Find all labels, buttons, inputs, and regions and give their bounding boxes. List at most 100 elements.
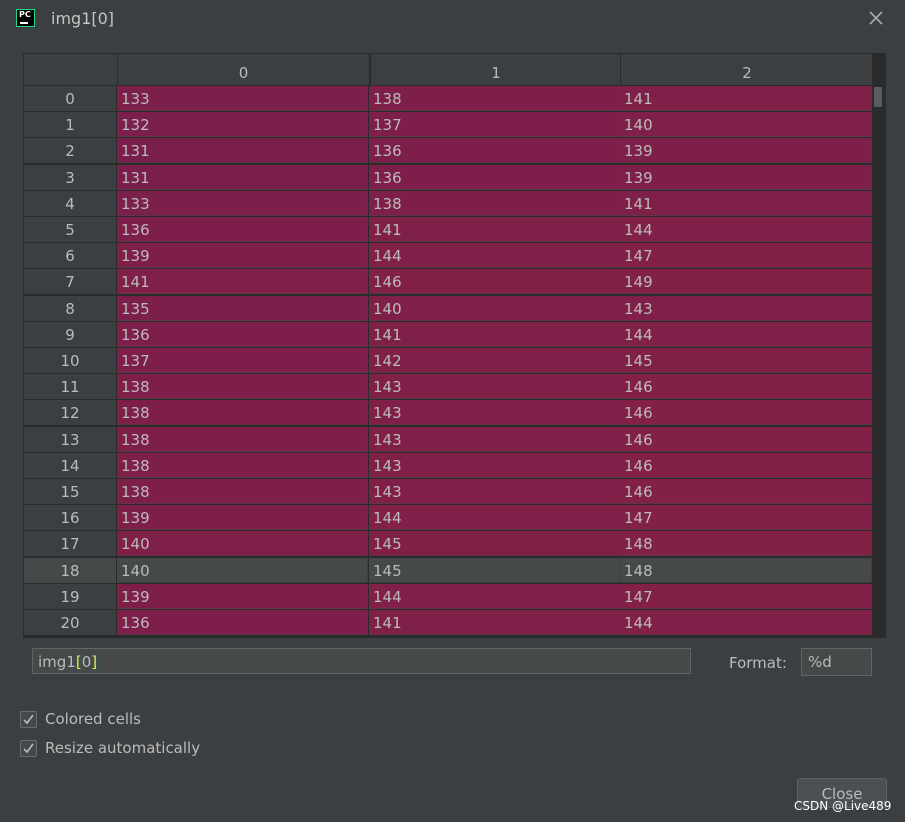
table-row[interactable]: 16 139 144 147: [24, 505, 872, 531]
table-cell[interactable]: 149: [620, 269, 872, 295]
table-cell[interactable]: 147: [620, 243, 872, 269]
table-cell[interactable]: 144: [369, 583, 620, 609]
row-header[interactable]: 20: [24, 610, 116, 635]
table-cell[interactable]: 146: [369, 269, 620, 295]
table-cell[interactable]: 144: [620, 321, 872, 347]
table-row[interactable]: 15 138 143 146: [24, 479, 872, 504]
table-cell[interactable]: 138: [369, 190, 620, 216]
vertical-scrollbar[interactable]: [872, 85, 885, 637]
row-header[interactable]: 0: [24, 86, 116, 111]
row-header[interactable]: 11: [24, 374, 116, 400]
row-header[interactable]: 7: [24, 269, 116, 295]
table-cell[interactable]: 133: [117, 190, 368, 216]
table-cell[interactable]: 146: [620, 452, 872, 478]
row-header[interactable]: 13: [24, 426, 116, 452]
row-header[interactable]: 10: [24, 348, 116, 373]
array-table[interactable]: 0 1 2 0 133 138 141 1 132 137 140 2 131 136 139 3 131…: [23, 53, 886, 638]
format-input[interactable]: %d: [801, 648, 872, 676]
expression-input[interactable]: img1[0]: [32, 648, 691, 674]
table-cell[interactable]: 140: [117, 557, 368, 583]
table-cell[interactable]: 145: [620, 348, 872, 373]
table-cell[interactable]: 140: [369, 295, 620, 321]
row-header[interactable]: 2: [24, 138, 116, 164]
row-header[interactable]: 14: [24, 452, 116, 478]
table-cell[interactable]: 143: [369, 452, 620, 478]
table-cell[interactable]: 144: [369, 243, 620, 269]
table-cell[interactable]: 148: [620, 557, 872, 583]
table-cell[interactable]: 135: [117, 295, 368, 321]
row-header[interactable]: 4: [24, 190, 116, 216]
table-row[interactable]: 3 131 136 139: [24, 164, 872, 190]
table-row[interactable]: 5 136 141 144: [24, 217, 872, 242]
table-cell[interactable]: 144: [369, 505, 620, 531]
table-cell[interactable]: 141: [369, 610, 620, 635]
table-cell[interactable]: 133: [117, 86, 368, 111]
table-cell[interactable]: 131: [117, 164, 368, 190]
checkbox-checked-icon[interactable]: [20, 711, 37, 728]
table-cell[interactable]: 143: [620, 295, 872, 321]
table-cell[interactable]: 145: [369, 557, 620, 583]
table-cell[interactable]: 136: [117, 610, 368, 635]
table-cell[interactable]: 138: [117, 479, 368, 504]
table-cell[interactable]: 143: [369, 374, 620, 400]
column-header[interactable]: 1: [369, 54, 621, 85]
table-cell[interactable]: 139: [620, 164, 872, 190]
table-row[interactable]: 20 136 141 144: [24, 610, 872, 635]
table-row[interactable]: 13 138 143 146: [24, 426, 872, 452]
table-cell[interactable]: 141: [117, 269, 368, 295]
row-header[interactable]: 8: [24, 295, 116, 321]
table-cell[interactable]: 139: [620, 138, 872, 164]
table-cell[interactable]: 141: [620, 86, 872, 111]
table-row[interactable]: 8 135 140 143: [24, 295, 872, 321]
table-row[interactable]: 17 140 145 148: [24, 531, 872, 557]
table-row[interactable]: 10 137 142 145: [24, 348, 872, 373]
table-cell[interactable]: 141: [369, 321, 620, 347]
table-row[interactable]: 14 138 143 146: [24, 452, 872, 478]
table-row[interactable]: 18 140 145 148: [24, 557, 872, 583]
table-cell[interactable]: 139: [117, 505, 368, 531]
table-cell[interactable]: 138: [117, 452, 368, 478]
table-row[interactable]: 12 138 143 146: [24, 400, 872, 426]
row-header[interactable]: 5: [24, 217, 116, 242]
table-cell[interactable]: 142: [369, 348, 620, 373]
table-cell[interactable]: 137: [117, 348, 368, 373]
table-cell[interactable]: 144: [620, 610, 872, 635]
row-header[interactable]: 18: [24, 557, 116, 583]
row-header[interactable]: 15: [24, 479, 116, 504]
table-cell[interactable]: 145: [369, 531, 620, 557]
table-cell[interactable]: 143: [369, 479, 620, 504]
table-cell[interactable]: 144: [620, 217, 872, 242]
row-header[interactable]: 1: [24, 112, 116, 138]
table-cell[interactable]: 136: [369, 138, 620, 164]
table-cell[interactable]: 147: [620, 505, 872, 531]
table-row[interactable]: 0 133 138 141: [24, 86, 872, 111]
table-cell[interactable]: 146: [620, 479, 872, 504]
row-header[interactable]: 17: [24, 531, 116, 557]
table-row[interactable]: 1 132 137 140: [24, 112, 872, 138]
table-cell[interactable]: 146: [620, 400, 872, 426]
table-cell[interactable]: 146: [620, 426, 872, 452]
table-cell[interactable]: 143: [369, 426, 620, 452]
table-cell[interactable]: 141: [369, 217, 620, 242]
table-cell[interactable]: 148: [620, 531, 872, 557]
table-row[interactable]: 6 139 144 147: [24, 243, 872, 269]
table-row[interactable]: 9 136 141 144: [24, 321, 872, 347]
table-row[interactable]: 2 131 136 139: [24, 138, 872, 164]
table-cell[interactable]: 139: [117, 243, 368, 269]
checkbox-checked-icon[interactable]: [20, 740, 37, 757]
table-cell[interactable]: 140: [117, 531, 368, 557]
column-header[interactable]: 2: [620, 54, 873, 85]
table-cell[interactable]: 131: [117, 138, 368, 164]
table-cell[interactable]: 143: [369, 400, 620, 426]
table-cell[interactable]: 138: [117, 426, 368, 452]
table-row[interactable]: 7 141 146 149: [24, 269, 872, 295]
table-cell[interactable]: 139: [117, 583, 368, 609]
table-cell[interactable]: 141: [620, 190, 872, 216]
table-cell[interactable]: 146: [620, 374, 872, 400]
row-header[interactable]: 9: [24, 321, 116, 347]
column-header[interactable]: 0: [117, 54, 369, 85]
table-cell[interactable]: 132: [117, 112, 368, 138]
table-cell[interactable]: 137: [369, 112, 620, 138]
row-header[interactable]: 6: [24, 243, 116, 269]
scrollbar-thumb[interactable]: [874, 87, 882, 107]
